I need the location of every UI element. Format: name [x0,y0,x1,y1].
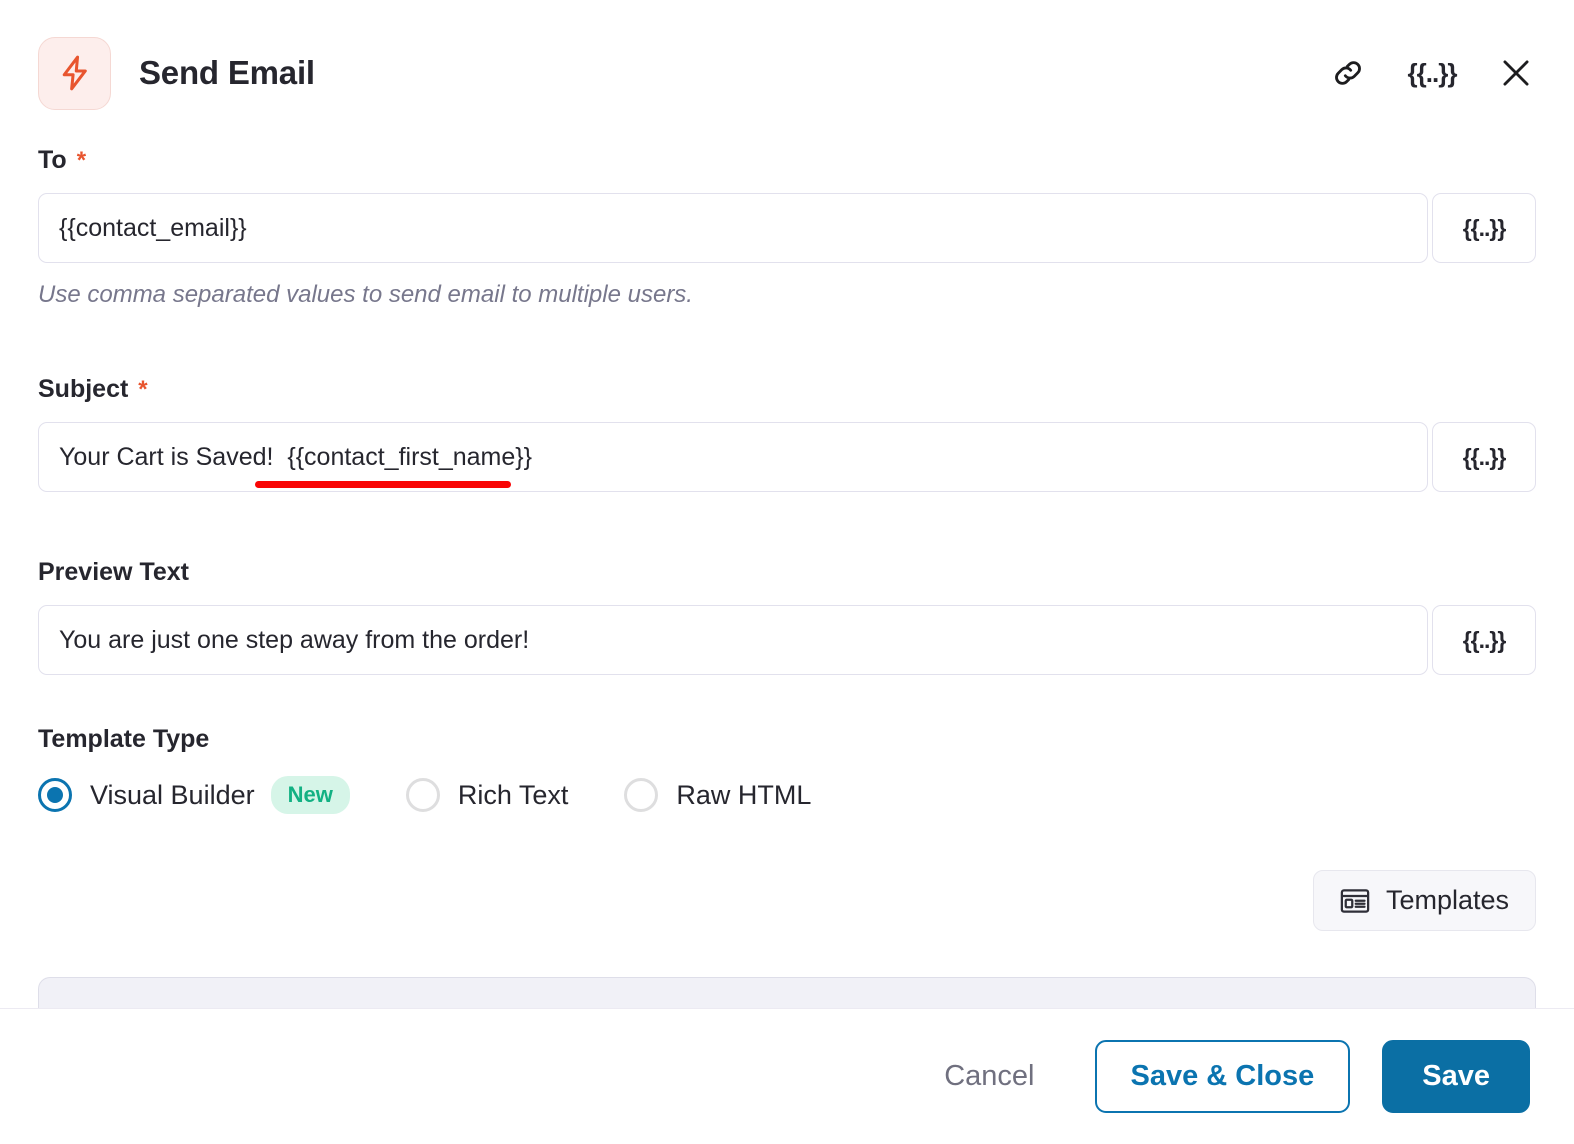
radio-rich-text-label: Rich Text [457,779,569,810]
cancel-button[interactable]: Cancel [920,1046,1058,1107]
field-template-type: Template Type Visual Builder New Rich Te… [38,725,1536,814]
close-icon[interactable] [1496,53,1536,93]
save-button[interactable]: Save [1382,1040,1530,1113]
subject-input[interactable] [38,422,1428,492]
field-preview-text-input-row: {{..}} [38,605,1536,675]
field-to-input-row: {{..}} [38,193,1536,263]
page-title: Send Email [139,54,315,91]
modal-header-left: Send Email [38,36,1328,110]
modal-header-actions: {{..}} [1328,53,1536,93]
template-type-radio-group: Visual Builder New Rich Text Raw HTML [38,776,1536,814]
merge-tag-glyph: {{..}} [1462,443,1507,470]
radio-dot [47,787,63,803]
send-email-modal: Send Email {{..}} To * {{contact_email}}… [0,0,1574,1144]
save-and-close-button[interactable]: Save & Close [1094,1040,1351,1113]
radio-visual-builder-label: Visual Builder [90,779,255,810]
field-to: To * {{..}} Use comma separated values t… [38,146,1536,309]
preview-text-merge-tag-button[interactable]: {{..}} [1432,605,1536,675]
field-subject-label: Subject * [38,375,1536,404]
field-preview-text: Preview Text {{..}} [38,558,1536,675]
preview-text-input[interactable] [38,605,1428,675]
field-preview-text-label-text: Preview Text [38,558,190,586]
new-badge: New [270,776,350,814]
merge-tag-icon[interactable]: {{..}} [1408,53,1458,93]
template-layout-icon [1340,888,1370,914]
templates-button-label: Templates [1385,885,1509,915]
link-icon[interactable] [1328,53,1368,93]
modal-footer: Cancel Save & Close Save [0,1008,1574,1144]
modal-body: To * {{..}} Use comma separated values t… [0,146,1574,1008]
merge-tag-glyph: {{..}} [1407,58,1458,88]
to-merge-tag-button[interactable]: {{..}} [1432,193,1536,263]
to-input[interactable] [38,193,1428,263]
templates-row: Templates [38,870,1536,931]
templates-button[interactable]: Templates [1312,870,1536,931]
subject-merge-tag-button[interactable]: {{..}} [1432,422,1536,492]
merge-tag-glyph: {{..}} [1462,626,1507,653]
template-type-label-text: Template Type [38,725,210,753]
radio-indicator [38,778,72,812]
field-subject: Subject * {{..}} [38,375,1536,492]
lightning-bolt-icon [38,36,111,110]
field-subject-input-row: {{..}} [38,422,1536,492]
editor-panel-clipped [38,977,1536,1008]
field-preview-text-label: Preview Text [38,558,1536,587]
required-asterisk: * [138,376,148,403]
radio-raw-html-label: Raw HTML [676,779,812,810]
required-asterisk: * [76,147,87,174]
field-subject-label-text: Subject [38,375,129,403]
merge-tag-glyph: {{..}} [1462,214,1507,241]
field-to-label: To * [38,146,1536,175]
field-to-label-text: To [38,146,67,174]
radio-indicator [405,778,440,812]
radio-rich-text[interactable]: Rich Text [405,778,569,812]
modal-header: Send Email {{..}} [0,0,1574,146]
to-helper-text: Use comma separated values to send email… [38,281,693,308]
radio-visual-builder[interactable]: Visual Builder New [38,776,350,814]
radio-raw-html[interactable]: Raw HTML [624,778,811,812]
template-type-label: Template Type [38,725,1536,754]
radio-indicator [624,778,659,812]
